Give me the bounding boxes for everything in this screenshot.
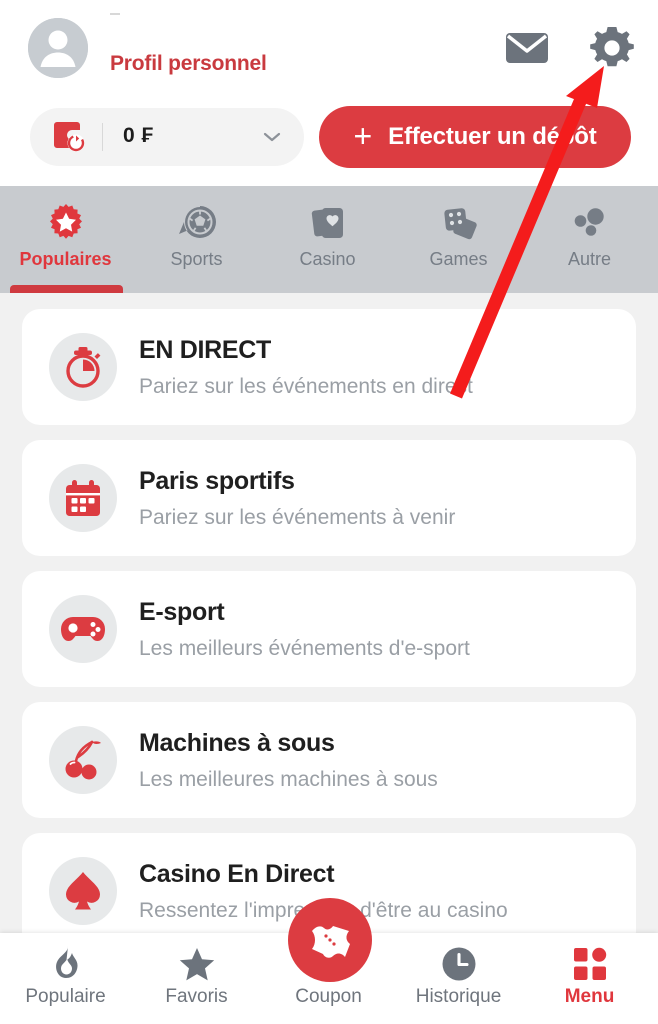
tab-label: Casino bbox=[299, 249, 356, 269]
chevron-down-icon[interactable] bbox=[262, 130, 282, 144]
star-icon bbox=[178, 944, 216, 984]
soccer-ball-icon bbox=[176, 203, 218, 245]
list-item-title: EN DIRECT bbox=[139, 336, 272, 364]
tab-sports[interactable]: Sports bbox=[131, 186, 262, 293]
profile-label[interactable]: Profil personnel bbox=[110, 52, 267, 76]
flame-icon bbox=[50, 944, 82, 984]
calendar-icon bbox=[49, 464, 117, 532]
nav-label: Historique bbox=[415, 986, 502, 1007]
deposit-button[interactable]: + Effectuer un dépôt bbox=[319, 106, 631, 168]
mail-envelope-icon[interactable] bbox=[505, 28, 549, 68]
nav-item-favoris[interactable]: Favoris bbox=[131, 933, 262, 1024]
tab-label: Autre bbox=[567, 249, 612, 269]
nav-item-menu[interactable]: Menu bbox=[524, 933, 655, 1024]
list-item-subtitle: Pariez sur les événements en direct bbox=[139, 375, 473, 398]
spade-icon bbox=[49, 857, 117, 925]
wallet-refresh-icon bbox=[52, 121, 86, 153]
tab-games[interactable]: Games bbox=[393, 186, 524, 293]
list-item-title: Paris sportifs bbox=[139, 467, 295, 495]
category-tab-bar: Populaires Sports Casino Games Autre bbox=[0, 186, 658, 293]
list-item[interactable]: Paris sportifs Pariez sur les événements… bbox=[22, 440, 636, 556]
nav-item-historique[interactable]: Historique bbox=[393, 933, 524, 1024]
three-dots-icon bbox=[569, 203, 611, 245]
list-item[interactable]: EN DIRECT Pariez sur les événements en d… bbox=[22, 309, 636, 425]
app-screen: Profil personnel 0 ₣ + Effectuer un dépô… bbox=[0, 0, 658, 1024]
cherries-icon bbox=[49, 726, 117, 794]
stopwatch-icon bbox=[49, 333, 117, 401]
app-header: Profil personnel 0 ₣ + Effectuer un dépô… bbox=[0, 0, 658, 186]
gamepad-icon bbox=[49, 595, 117, 663]
nav-item-populaire[interactable]: Populaire bbox=[0, 933, 131, 1024]
nav-label: Populaire bbox=[25, 986, 106, 1007]
tab-label: Populaires bbox=[19, 249, 112, 269]
nav-label: Menu bbox=[564, 986, 615, 1007]
list-item-title: Casino En Direct bbox=[139, 860, 335, 888]
active-tab-indicator bbox=[10, 285, 123, 293]
list-item-subtitle: Les meilleures machines à sous bbox=[139, 768, 438, 791]
tab-autre[interactable]: Autre bbox=[524, 186, 655, 293]
avatar[interactable] bbox=[28, 18, 88, 78]
category-list[interactable]: EN DIRECT Pariez sur les événements en d… bbox=[0, 293, 658, 933]
nav-label: Favoris bbox=[165, 986, 228, 1007]
clock-icon bbox=[440, 944, 478, 984]
tab-populaires[interactable]: Populaires bbox=[0, 186, 131, 293]
coupon-fab-label: Coupon bbox=[295, 986, 362, 1007]
tab-label: Sports bbox=[170, 249, 223, 269]
deposit-button-label: Effectuer un dépôt bbox=[388, 123, 597, 150]
tab-casino[interactable]: Casino bbox=[262, 186, 393, 293]
playing-cards-icon bbox=[307, 203, 349, 245]
gear-settings-icon[interactable] bbox=[588, 24, 636, 72]
wallet-divider bbox=[102, 123, 103, 151]
coupon-fab-button[interactable] bbox=[288, 898, 372, 982]
list-item-title: E-sport bbox=[139, 598, 225, 626]
list-item[interactable]: Machines à sous Les meilleures machines … bbox=[22, 702, 636, 818]
list-item-subtitle: Pariez sur les événements à venir bbox=[139, 506, 456, 529]
profile-placeholder-dash bbox=[110, 13, 120, 15]
wallet-balance-value: 0 ₣ bbox=[123, 124, 154, 147]
ticket-icon bbox=[312, 926, 350, 958]
list-item-subtitle: Les meilleurs événements d'e-sport bbox=[139, 637, 470, 660]
wallet-balance-selector[interactable]: 0 ₣ bbox=[30, 108, 304, 166]
dice-cards-icon bbox=[438, 203, 480, 245]
plus-icon: + bbox=[353, 117, 373, 154]
list-item[interactable]: E-sport Les meilleurs événements d'e-spo… bbox=[22, 571, 636, 687]
list-item-title: Machines à sous bbox=[139, 729, 335, 757]
grid-menu-icon bbox=[572, 944, 608, 984]
star-badge-icon bbox=[45, 203, 87, 245]
profile-row: Profil personnel bbox=[0, 0, 658, 95]
tab-label: Games bbox=[429, 249, 488, 269]
